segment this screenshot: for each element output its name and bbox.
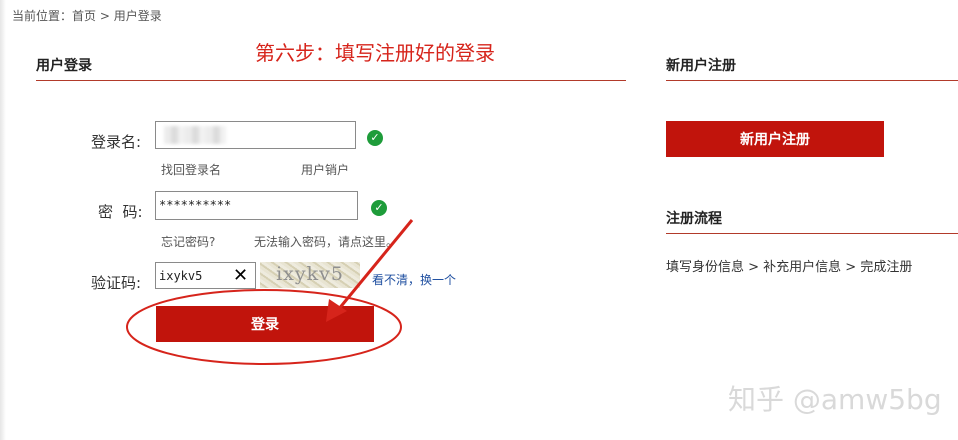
watermark: 知乎 @amw5bg <box>728 383 942 416</box>
highlight-ellipse <box>126 289 402 365</box>
annotation-arrow-shaft <box>336 219 414 311</box>
annotation-overlay <box>126 219 414 365</box>
